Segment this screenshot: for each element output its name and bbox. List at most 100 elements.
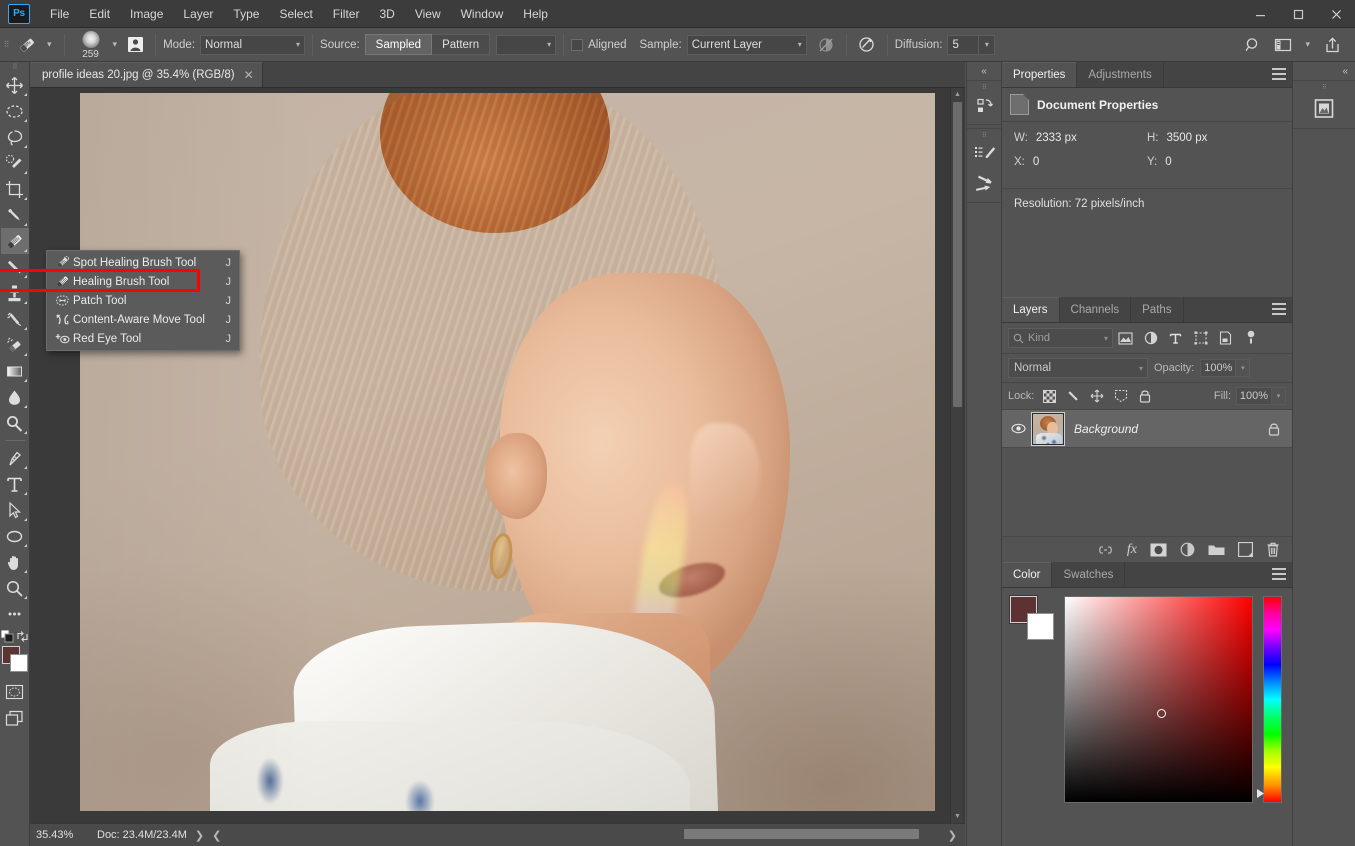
options-bar-grip[interactable]: ⠿	[0, 28, 12, 62]
tool-horizontal-type[interactable]	[1, 471, 29, 497]
flyout-item-healing-brush-tool[interactable]: Healing Brush Tool J	[47, 272, 239, 291]
blend-mode-select[interactable]: Normal ▾	[1008, 358, 1148, 378]
table-row[interactable]: Background	[1002, 410, 1292, 448]
flyout-item-red-eye-tool[interactable]: Red Eye Tool J	[47, 329, 239, 348]
zoom-level[interactable]: 35.43%	[30, 829, 85, 841]
layer-mask-icon[interactable]	[1150, 543, 1167, 557]
tool-edit-toolbar[interactable]	[1, 601, 29, 627]
ignore-adjustment-layers-icon[interactable]	[813, 33, 839, 57]
color-swatches[interactable]	[1, 645, 29, 673]
tab-properties[interactable]: Properties	[1002, 62, 1078, 87]
search-icon[interactable]	[1240, 33, 1266, 57]
menu-edit[interactable]: Edit	[79, 3, 120, 25]
layers-panel-menu-icon[interactable]	[1272, 303, 1286, 315]
fill-value[interactable]: 100%	[1236, 387, 1272, 405]
source-pattern-button[interactable]: Pattern	[432, 34, 491, 55]
menu-layer[interactable]: Layer	[173, 3, 223, 25]
diffusion-stepper-chevron-down-icon[interactable]: ▾	[979, 34, 996, 55]
new-group-icon[interactable]	[1208, 543, 1225, 556]
history-icon[interactable]	[967, 91, 1003, 121]
menu-image[interactable]: Image	[120, 3, 173, 25]
layer-thumbnail[interactable]	[1031, 411, 1065, 446]
tool-gradient[interactable]	[1, 358, 29, 384]
brush-preset-icon[interactable]	[122, 33, 148, 57]
swap-colors-icon[interactable]	[16, 630, 29, 643]
rail-grip[interactable]: ⠿	[967, 132, 1001, 139]
height-field[interactable]: H: 3500 px	[1147, 132, 1280, 144]
menu-filter[interactable]: Filter	[323, 3, 370, 25]
scroll-down-icon[interactable]: ▼	[951, 810, 964, 823]
menu-select[interactable]: Select	[269, 3, 322, 25]
image-filter-icon[interactable]	[1113, 327, 1138, 349]
hue-slider[interactable]	[1257, 596, 1282, 803]
tool-crop[interactable]	[1, 176, 29, 202]
healing-brush-icon[interactable]	[12, 32, 42, 58]
tab-paths[interactable]: Paths	[1131, 297, 1184, 322]
tool-brush[interactable]	[1, 254, 29, 280]
menu-3d[interactable]: 3D	[369, 3, 404, 25]
type-filter-icon[interactable]	[1163, 327, 1188, 349]
rail-collapse-icon[interactable]: «	[967, 62, 1001, 80]
sample-select[interactable]: Current Layer ▾	[686, 34, 807, 55]
background-color-swatch[interactable]	[1027, 613, 1054, 640]
layer-name[interactable]: Background	[1074, 422, 1268, 436]
shape-filter-icon[interactable]	[1188, 327, 1213, 349]
width-field[interactable]: W: 2333 px	[1014, 132, 1147, 144]
tool-eyedropper[interactable]	[1, 202, 29, 228]
tab-adjustments[interactable]: Adjustments	[1077, 62, 1164, 87]
tool-eraser[interactable]	[1, 332, 29, 358]
far-rail-grip[interactable]: ⠿	[1293, 84, 1355, 91]
aligned-checkbox[interactable]	[571, 38, 584, 51]
lock-artboard-icon[interactable]	[1112, 387, 1130, 405]
lock-transparent-pixels-icon[interactable]	[1040, 387, 1058, 405]
menu-help[interactable]: Help	[513, 3, 558, 25]
delete-layer-icon[interactable]	[1266, 542, 1280, 557]
menu-type[interactable]: Type	[223, 3, 269, 25]
tool-pen[interactable]	[1, 445, 29, 471]
horizontal-scroll-right-icon[interactable]: ❯	[940, 829, 965, 842]
hue-slider-marker[interactable]	[1257, 789, 1264, 798]
link-layers-icon[interactable]	[1097, 544, 1114, 556]
opacity-chevron-down-icon[interactable]: ▾	[1236, 359, 1251, 377]
y-field[interactable]: Y: 0	[1147, 156, 1280, 168]
status-expand-icon[interactable]: ❯	[187, 829, 212, 842]
lock-position-icon[interactable]	[1088, 387, 1106, 405]
flyout-item-patch-tool[interactable]: Patch Tool J	[47, 291, 239, 310]
smart-object-filter-icon[interactable]	[1213, 327, 1238, 349]
tool-clone-stamp[interactable]	[1, 280, 29, 306]
adjustment-filter-icon[interactable]	[1138, 327, 1163, 349]
layer-style-fx-icon[interactable]: fx	[1127, 542, 1137, 558]
tool-healing-brush[interactable]	[0, 228, 29, 254]
color-panel-menu-icon[interactable]	[1272, 568, 1286, 580]
close-button[interactable]	[1317, 0, 1355, 28]
tab-channels[interactable]: Channels	[1060, 297, 1132, 322]
tab-layers[interactable]: Layers	[1002, 297, 1060, 322]
menu-window[interactable]: Window	[451, 3, 514, 25]
tool-elliptical-marquee[interactable]	[1, 98, 29, 124]
minimize-button[interactable]	[1241, 0, 1279, 28]
opacity-value[interactable]: 100%	[1200, 359, 1237, 377]
tab-color[interactable]: Color	[1002, 562, 1053, 587]
fill-chevron-down-icon[interactable]: ▾	[1272, 387, 1286, 405]
flyout-item-spot-healing-brush-tool[interactable]: Spot Healing Brush Tool J	[47, 253, 239, 272]
diffusion-input[interactable]: 5	[947, 34, 980, 55]
scroll-up-icon[interactable]: ▲	[951, 88, 964, 101]
lock-all-icon[interactable]	[1136, 387, 1154, 405]
far-rail-collapse-icon[interactable]: «	[1293, 62, 1355, 80]
tool-hand[interactable]	[1, 549, 29, 575]
brush-size-preview[interactable]: 259	[74, 30, 108, 60]
maximize-button[interactable]	[1279, 0, 1317, 28]
flyout-item-content-aware-move-tool[interactable]: Content-Aware Move Tool J	[47, 310, 239, 329]
new-layer-icon[interactable]	[1238, 542, 1253, 557]
tool-move[interactable]	[1, 72, 29, 98]
mode-select[interactable]: Normal ▾	[200, 34, 306, 55]
layer-locked-icon[interactable]	[1268, 422, 1292, 436]
horizontal-scroll-left-icon[interactable]: ❮	[212, 829, 229, 842]
horizontal-scroll-thumb[interactable]	[684, 828, 920, 839]
source-sampled-button[interactable]: Sampled	[364, 34, 433, 55]
rail-grip[interactable]: ⠿	[967, 84, 1001, 91]
filter-kind-select[interactable]: Kind ▾	[1008, 328, 1113, 348]
brush-presets-icon[interactable]	[967, 169, 1003, 199]
libraries-icon[interactable]	[1293, 91, 1355, 125]
lock-image-pixels-icon[interactable]	[1064, 387, 1082, 405]
